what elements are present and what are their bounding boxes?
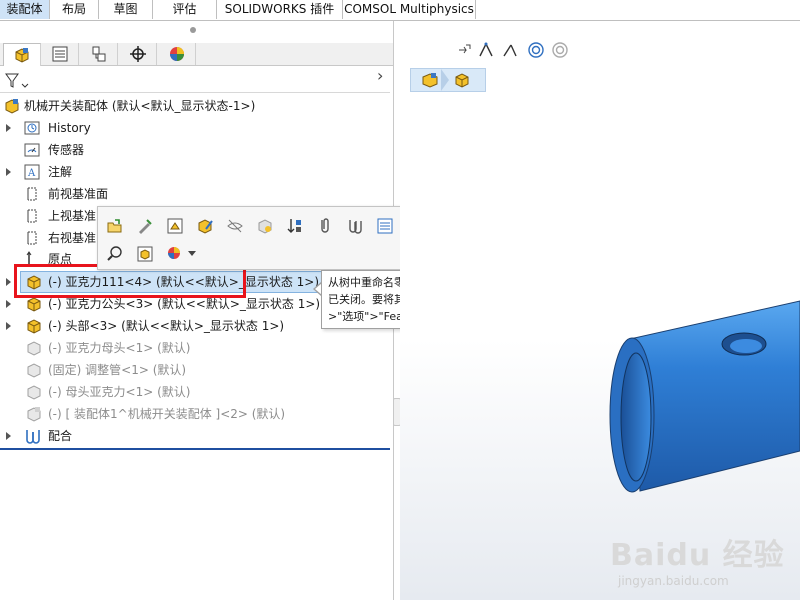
expand-arrow-icon[interactable] — [6, 278, 11, 286]
component-4-label: (-) 亚克力母头<1> (默认) — [48, 341, 191, 355]
suppressed-part-icon — [26, 340, 42, 356]
rollback-bar[interactable] — [0, 448, 390, 450]
propertymanager-tab-icon[interactable] — [42, 43, 79, 65]
expand-arrow-icon[interactable] — [6, 322, 11, 330]
annotations-label: 注解 — [48, 165, 73, 179]
watermark-site: jingyan.baidu.com — [618, 574, 729, 588]
properties-list-icon[interactable] — [374, 215, 396, 237]
command-manager-tabs: 装配体 布局 草图 评估 SOLIDWORKS 插件 COMSOL Multip… — [0, 0, 800, 21]
tree-item-right-plane[interactable]: 右视基准 — [0, 228, 100, 248]
pane-grip-icon[interactable] — [190, 27, 196, 33]
suppress-icon[interactable] — [254, 215, 276, 237]
concentric-icon[interactable] — [550, 40, 570, 60]
plane-icon — [24, 186, 40, 202]
tree-item-component-6[interactable]: (-) 母头亚克力<1> (默认) — [0, 382, 390, 402]
plane-icon — [24, 230, 40, 246]
context-toolbar — [97, 206, 409, 270]
isolate-icon[interactable] — [134, 243, 156, 265]
part-3d-model[interactable] — [590, 281, 800, 501]
edit-feature-icon[interactable] — [194, 215, 216, 237]
part-icon — [26, 296, 42, 312]
tab-layout[interactable]: 布局 — [50, 0, 99, 19]
watermark: Baidu 经验 jingyan.baidu.com — [610, 520, 800, 600]
tab-sketch[interactable]: 草图 — [99, 0, 153, 19]
filter-icon[interactable] — [5, 73, 29, 92]
featuremanager-tab-icon[interactable] — [3, 43, 41, 66]
tab-comsol[interactable]: COMSOL Multiphysics — [343, 0, 476, 19]
breadcrumb-separator — [441, 69, 449, 91]
history-label: History — [48, 121, 91, 135]
tree-item-mates[interactable]: 配合 — [0, 426, 390, 446]
filter-bar — [0, 70, 390, 93]
edit-part-icon[interactable] — [134, 215, 156, 237]
component-6-label: (-) 母头亚克力<1> (默认) — [48, 385, 191, 399]
svg-text:A: A — [27, 168, 36, 179]
expand-arrow-icon[interactable] — [6, 168, 11, 176]
open-part-icon[interactable] — [104, 215, 126, 237]
tab-evaluate[interactable]: 评估 — [153, 0, 217, 19]
breadcrumb-assembly-icon[interactable] — [421, 71, 439, 92]
tree-item-component-5[interactable]: (固定) 调整管<1> (默认) — [0, 360, 390, 380]
history-icon — [24, 120, 40, 136]
tree-item-sensors[interactable]: 传感器 — [0, 140, 390, 160]
expand-arrow-icon[interactable] — [6, 124, 11, 132]
tree-item-top-plane[interactable]: 上视基准 — [0, 206, 100, 226]
assembly-icon — [4, 98, 20, 114]
select-arrow-icon[interactable] — [454, 40, 474, 60]
plane-icon — [24, 208, 40, 224]
tab-solidworks-addins[interactable]: SOLIDWORKS 插件 — [217, 0, 343, 19]
right-plane-label: 右视基准 — [48, 231, 97, 245]
circle-target-icon[interactable] — [526, 40, 546, 60]
watermark-brand: Baidu 经验 — [610, 538, 785, 573]
root-label: 机械开关装配体 (默认<默认_显示状态-1>) — [24, 99, 256, 113]
mates-label: 配合 — [48, 429, 73, 443]
component-5-label: (固定) 调整管<1> (默认) — [48, 363, 187, 377]
tree-item-history[interactable]: History — [0, 118, 390, 138]
front-plane-label: 前视基准面 — [48, 187, 109, 201]
component-7-label: (-) [ 装配体1^机械开关装配体 ]<2> (默认) — [48, 407, 286, 421]
graphics-area[interactable] — [400, 21, 800, 600]
annotation-icon: A — [24, 164, 40, 180]
chevron-down-icon[interactable] — [186, 243, 198, 265]
view-mates-icon[interactable] — [344, 215, 366, 237]
configurationmanager-tab-icon[interactable] — [81, 43, 118, 65]
tree-item-annotations[interactable]: A 注解 — [0, 162, 390, 182]
sketch-angle-icon[interactable] — [500, 40, 520, 60]
suppressed-assembly-icon — [26, 406, 42, 422]
sketch-line-icon[interactable] — [476, 40, 496, 60]
hide-component-icon[interactable] — [224, 215, 246, 237]
sensors-label: 传感器 — [48, 143, 85, 157]
breadcrumb-part-icon[interactable] — [453, 71, 471, 92]
tree-item-front-plane[interactable]: 前视基准面 — [0, 184, 390, 204]
appearance-icon[interactable] — [164, 243, 186, 265]
tree-item-component-7[interactable]: (-) [ 装配体1^机械开关装配体 ]<2> (默认) — [0, 404, 390, 424]
display-manager-tab-icon[interactable] — [159, 43, 196, 65]
breadcrumb — [410, 68, 486, 92]
sort-order-icon[interactable] — [284, 215, 306, 237]
mates-icon — [24, 428, 40, 444]
suppressed-part-icon — [26, 362, 42, 378]
sensor-icon — [24, 142, 40, 158]
pane-tabs: › — [0, 43, 393, 85]
part-icon — [26, 318, 42, 334]
zoom-to-selection-icon[interactable] — [104, 243, 126, 265]
tree-item-component-4[interactable]: (-) 亚克力母头<1> (默认) — [0, 338, 390, 358]
top-plane-label: 上视基准 — [48, 209, 97, 223]
component-properties-icon[interactable] — [164, 215, 186, 237]
expand-arrow-icon[interactable] — [6, 432, 11, 440]
mate-clip-icon[interactable] — [314, 215, 336, 237]
tab-assembly[interactable]: 装配体 — [0, 0, 50, 19]
expand-arrow-icon[interactable] — [6, 300, 11, 308]
dimxpert-tab-icon[interactable] — [120, 43, 157, 65]
component-3-label: (-) 头部<3> (默认<<默认>_显示状态 1>) — [48, 319, 285, 333]
suppressed-part-icon — [26, 384, 42, 400]
tree-root[interactable]: 机械开关装配体 (默认<默认_显示状态-1>) — [0, 96, 390, 116]
